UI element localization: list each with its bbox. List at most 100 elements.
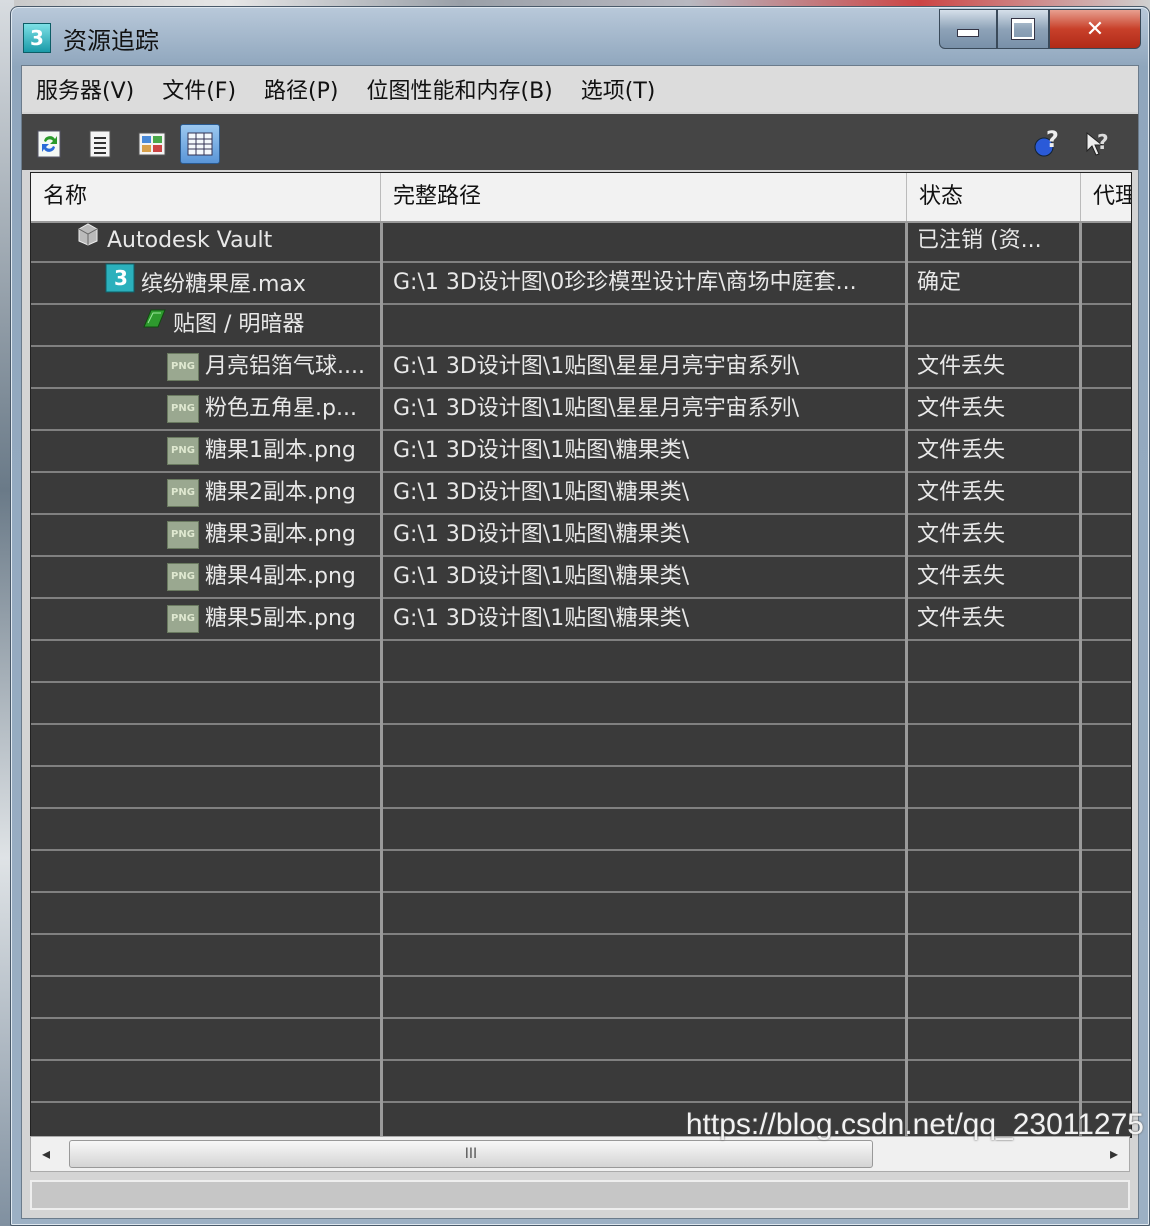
name-text: 月亮铝箔气球.... xyxy=(205,354,365,379)
list-icon xyxy=(89,130,111,158)
thumbnail-icon xyxy=(138,132,166,156)
empty-table-row xyxy=(31,683,1131,725)
asset-tracking-window: 3 资源追踪 ✕ 服务器(V) 文件(F) 路径(P) 位图性能和内存(B) 选… xyxy=(10,6,1150,1226)
menu-bitmap-performance[interactable]: 位图性能和内存(B) xyxy=(366,73,552,105)
name-text: 贴图 / 明暗器 xyxy=(173,312,305,337)
name-text: 糖果5副本.png xyxy=(205,606,356,631)
menu-file[interactable]: 文件(F) xyxy=(162,73,236,105)
full-path-cell xyxy=(393,221,901,261)
scroll-right-arrow-icon[interactable]: ▸ xyxy=(1099,1137,1129,1171)
empty-table-row xyxy=(31,1019,1131,1061)
column-divider xyxy=(1079,221,1082,1137)
table-row[interactable]: PNG 糖果2副本.png G:\1 3D设计图\1贴图\糖果类\ 文件丢失 xyxy=(31,473,1131,515)
minimize-icon xyxy=(957,29,979,37)
empty-table-row xyxy=(31,809,1131,851)
svg-text:?: ? xyxy=(1097,130,1109,154)
column-header-name[interactable]: 名称 xyxy=(31,173,381,221)
scroll-thumb[interactable]: III xyxy=(69,1140,873,1168)
column-header-full-path[interactable]: 完整路径 xyxy=(381,173,907,221)
name-cell: PNG 糖果3副本.png xyxy=(167,515,381,555)
table-row[interactable]: PNG 月亮铝箔气球.... G:\1 3D设计图\1贴图\星星月亮宇宙系列\ 文件丢… xyxy=(31,347,1131,389)
menu-server[interactable]: 服务器(V) xyxy=(36,73,134,105)
minimize-button[interactable] xyxy=(939,9,997,49)
table-view-icon xyxy=(187,132,213,156)
name-cell: 贴图 / 明暗器 xyxy=(141,305,381,345)
status-cell: 已注销 (资... xyxy=(917,228,1042,253)
png-icon: PNG xyxy=(167,605,199,633)
status-cell: 文件丢失 xyxy=(917,480,1006,505)
empty-table-row xyxy=(31,893,1131,935)
table-header: 名称 完整路径 状态 代理 xyxy=(31,173,1131,223)
png-icon: PNG xyxy=(167,479,199,507)
full-path-cell: G:\1 3D设计图\1贴图\星星月亮宇宙系列\ xyxy=(393,396,800,421)
png-icon: PNG xyxy=(167,521,199,549)
asset-table: 名称 完整路径 状态 代理 Autodesk Vault 已注销 (资... 3 缤纷… xyxy=(30,172,1132,1138)
empty-table-row xyxy=(31,767,1131,809)
toolbar: ? ? xyxy=(22,114,1138,170)
status-cell: 文件丢失 xyxy=(917,606,1006,631)
table-view-button[interactable] xyxy=(180,124,220,164)
close-button[interactable]: ✕ xyxy=(1049,9,1141,49)
status-cell: 文件丢失 xyxy=(917,564,1006,589)
table-row[interactable]: PNG 糖果3副本.png G:\1 3D设计图\1贴图\糖果类\ 文件丢失 xyxy=(31,515,1131,557)
maximize-button[interactable] xyxy=(997,9,1049,49)
3dsmax-app-icon: 3 xyxy=(23,23,51,53)
menu-options[interactable]: 选项(T) xyxy=(581,73,656,105)
window-title: 资源追踪 xyxy=(63,27,159,55)
empty-table-row xyxy=(31,1061,1131,1103)
table-row[interactable]: 3 缤纷糖果屋.max G:\1 3D设计图\0珍珍模型设计库\商场中庭套... 确定 xyxy=(31,263,1131,305)
full-path-cell: G:\1 3D设计图\0珍珍模型设计库\商场中庭套... xyxy=(393,270,857,295)
png-icon: PNG xyxy=(167,437,199,465)
close-icon: ✕ xyxy=(1085,16,1105,42)
name-cell: PNG 糖果4副本.png xyxy=(167,557,381,597)
status-cell: 文件丢失 xyxy=(917,522,1006,547)
status-cell: 文件丢失 xyxy=(917,396,1006,421)
full-path-cell xyxy=(393,305,901,345)
menu-bar: 服务器(V) 文件(F) 路径(P) 位图性能和内存(B) 选项(T) xyxy=(22,66,1138,112)
full-path-cell: G:\1 3D设计图\1贴图\糖果类\ xyxy=(393,438,690,463)
table-row[interactable]: PNG 糖果4副本.png G:\1 3D设计图\1贴图\糖果类\ 文件丢失 xyxy=(31,557,1131,599)
scroll-left-arrow-icon[interactable]: ◂ xyxy=(31,1137,61,1171)
table-row[interactable]: Autodesk Vault 已注销 (资... xyxy=(31,221,1131,263)
context-help-button[interactable]: ? xyxy=(1078,124,1118,164)
table-row[interactable]: PNG 粉色五角星.p... G:\1 3D设计图\1贴图\星星月亮宇宙系列\ 文件丢… xyxy=(31,389,1131,431)
column-header-status[interactable]: 状态 xyxy=(907,173,1081,221)
column-header-proxy[interactable]: 代理 xyxy=(1081,173,1131,221)
name-cell: PNG 月亮铝箔气球.... xyxy=(167,347,381,387)
name-cell: PNG 糖果2副本.png xyxy=(167,473,381,513)
name-cell: PNG 糖果1副本.png xyxy=(167,431,381,471)
empty-table-row xyxy=(31,851,1131,893)
name-text: 糖果3副本.png xyxy=(205,522,356,547)
empty-table-row xyxy=(31,977,1131,1019)
png-icon: PNG xyxy=(167,395,199,423)
table-row[interactable]: PNG 糖果1副本.png G:\1 3D设计图\1贴图\糖果类\ 文件丢失 xyxy=(31,431,1131,473)
name-cell: PNG 粉色五角星.p... xyxy=(167,389,381,429)
thumbnail-view-button[interactable] xyxy=(132,124,172,164)
watermark: https://blog.csdn.net/qq_23011275 xyxy=(685,1108,1144,1141)
name-text: 糖果2副本.png xyxy=(205,480,356,505)
help-button[interactable]: ? xyxy=(1028,124,1068,164)
empty-table-row xyxy=(31,725,1131,767)
table-row[interactable]: 贴图 / 明暗器 xyxy=(31,305,1131,347)
name-text: 糖果1副本.png xyxy=(205,438,356,463)
status-bar xyxy=(30,1180,1130,1210)
png-icon: PNG xyxy=(167,353,199,381)
max-file-icon: 3 xyxy=(105,263,135,303)
client-area: 服务器(V) 文件(F) 路径(P) 位图性能和内存(B) 选项(T) ? ? … xyxy=(21,65,1139,1219)
table-row[interactable]: PNG 糖果5副本.png G:\1 3D设计图\1贴图\糖果类\ 文件丢失 xyxy=(31,599,1131,641)
title-bar[interactable]: 3 资源追踪 ✕ xyxy=(11,7,1149,63)
list-view-button[interactable] xyxy=(80,124,120,164)
refresh-icon xyxy=(37,130,61,158)
name-cell: 3 缤纷糖果屋.max xyxy=(105,263,381,303)
png-icon: PNG xyxy=(167,563,199,591)
status-cell: 文件丢失 xyxy=(917,354,1006,379)
vault-icon xyxy=(75,221,101,261)
refresh-button[interactable] xyxy=(30,124,70,164)
status-cell: 文件丢失 xyxy=(917,438,1006,463)
name-cell: Autodesk Vault xyxy=(75,221,381,261)
menu-paths[interactable]: 路径(P) xyxy=(264,73,338,105)
name-text: 粉色五角星.p... xyxy=(205,396,357,421)
name-text: Autodesk Vault xyxy=(107,228,273,253)
name-text: 缤纷糖果屋.max xyxy=(141,272,306,297)
full-path-cell: G:\1 3D设计图\1贴图\糖果类\ xyxy=(393,480,690,505)
